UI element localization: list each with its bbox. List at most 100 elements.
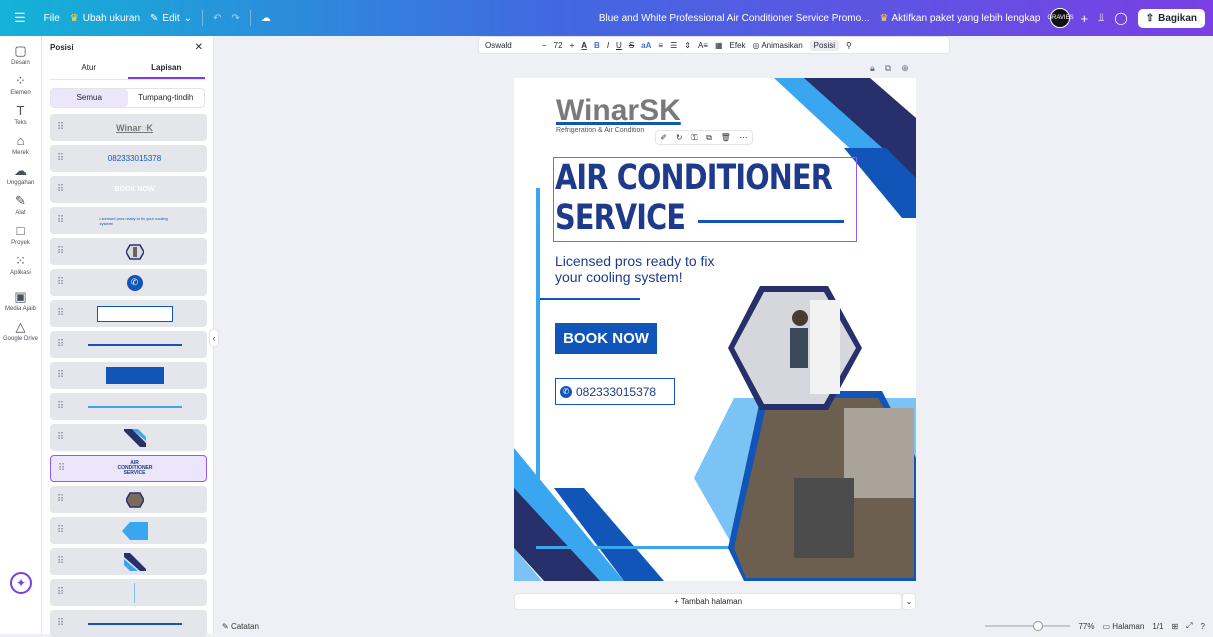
rail-item-teks[interactable]: T Teks: [0, 104, 41, 127]
rail-item-alat[interactable]: ✎ Alat: [0, 194, 41, 217]
comment-icon[interactable]: ◯: [1114, 11, 1127, 25]
hamburger-icon[interactable]: ☰: [14, 10, 26, 26]
subtitle-line-1[interactable]: Licensed pros ready to fix: [555, 253, 715, 269]
underline-icon[interactable]: U: [616, 41, 622, 50]
layer-item[interactable]: ⠿ Licensed pros ready to fix your cooling…: [50, 207, 207, 234]
help-icon[interactable]: ?: [1201, 622, 1205, 631]
uppercase-icon[interactable]: aA: [641, 41, 651, 50]
zoom-slider-knob[interactable]: [1033, 621, 1044, 631]
filter-semua[interactable]: Semua: [51, 89, 128, 107]
edit-menu[interactable]: ✎ Edit ⌄: [150, 13, 192, 24]
font-size-decrease[interactable]: −: [542, 41, 547, 50]
drag-handle-icon[interactable]: ⠿: [50, 153, 70, 164]
document-title[interactable]: Blue and White Professional Air Conditio…: [599, 13, 870, 24]
layer-item[interactable]: ⠿: [50, 238, 207, 265]
drag-handle-icon[interactable]: ⠿: [50, 370, 70, 381]
magic-assistant-button[interactable]: ✦: [10, 572, 32, 594]
file-menu[interactable]: File: [44, 13, 60, 24]
layer-item[interactable]: ⠿: [50, 610, 207, 637]
layer-item[interactable]: ⠿: [50, 548, 207, 575]
italic-icon[interactable]: I: [607, 41, 609, 50]
layer-item[interactable]: ⠿: [50, 362, 207, 389]
list-icon[interactable]: ☰: [670, 41, 677, 50]
upgrade-link[interactable]: ♛ Aktifkan paket yang lebih lengkap: [880, 13, 1041, 24]
analytics-icon[interactable]: ⫫: [1098, 12, 1104, 25]
layer-item[interactable]: ⠿: [50, 393, 207, 420]
layer-item[interactable]: ⠿ 082333015378: [50, 145, 207, 172]
layer-item[interactable]: ⠿: [50, 486, 207, 513]
add-page-icon[interactable]: ⊕: [901, 63, 909, 74]
delete-icon[interactable]: 🗑︎: [721, 133, 731, 142]
rail-item-google-drive[interactable]: △ Google Drive: [0, 320, 41, 343]
layer-item[interactable]: ⠿ ✆: [50, 269, 207, 296]
drag-handle-icon[interactable]: ⠿: [50, 184, 70, 195]
rail-item-aplikasi[interactable]: ⁙ Aplikasi: [0, 254, 41, 277]
font-size-increase[interactable]: +: [570, 41, 575, 50]
text-style-icon[interactable]: A≡: [698, 41, 708, 50]
fullscreen-icon[interactable]: ⤢: [1186, 621, 1192, 631]
effects-button[interactable]: Efek: [730, 41, 746, 50]
lock-icon[interactable]: ⚿: [691, 133, 697, 143]
strikethrough-icon[interactable]: S: [629, 41, 634, 50]
layer-item-selected[interactable]: ⠿ AIR CONDITIONER SERVICE: [50, 455, 207, 482]
rail-item-desain[interactable]: ▢ Desain: [0, 44, 41, 67]
logo-tagline[interactable]: Refrigeration & Air Condition: [556, 127, 644, 134]
position-button[interactable]: Posisi: [809, 39, 840, 51]
chevron-down-icon[interactable]: ⌄: [902, 593, 916, 610]
drag-handle-icon[interactable]: ⠿: [50, 618, 70, 629]
collapse-panel-button[interactable]: ‹: [209, 329, 219, 347]
spacing-icon[interactable]: ⇕: [684, 41, 691, 50]
logo-text[interactable]: WinarSK: [556, 94, 681, 128]
cloud-save-icon[interactable]: ☁: [261, 13, 271, 24]
text-color-icon[interactable]: A: [581, 41, 587, 50]
add-page-button[interactable]: + Tambah halaman: [514, 593, 902, 610]
redo-icon[interactable]: ↷: [231, 13, 239, 24]
drag-handle-icon[interactable]: ⠿: [50, 556, 70, 567]
drag-handle-icon[interactable]: ⠿: [50, 308, 70, 319]
drag-handle-icon[interactable]: ⠿: [50, 215, 70, 226]
layer-item[interactable]: ⠿: [50, 300, 207, 327]
drag-handle-icon[interactable]: ⠿: [50, 277, 70, 288]
align-icon[interactable]: ≡: [658, 41, 663, 50]
pages-button[interactable]: ▭ Halaman: [1103, 622, 1145, 631]
share-button[interactable]: ⇧ Bagikan: [1137, 8, 1205, 28]
font-family-select[interactable]: Oswald: [485, 41, 535, 50]
drag-handle-icon[interactable]: ⠿: [50, 432, 70, 443]
drag-handle-icon[interactable]: ⠿: [50, 339, 70, 350]
subtitle-line-2[interactable]: your cooling system!: [555, 269, 683, 285]
duplicate-page-icon[interactable]: ⧉: [885, 63, 891, 74]
phone-box[interactable]: ✆ 082333015378: [555, 378, 675, 405]
drag-handle-icon[interactable]: ⠿: [50, 525, 70, 536]
avatar[interactable]: GRAVIES: [1047, 8, 1074, 28]
tab-atur[interactable]: Atur: [50, 58, 128, 79]
drag-handle-icon[interactable]: ⠿: [50, 494, 70, 505]
animate-button[interactable]: ◎ Animasikan: [753, 41, 803, 50]
bold-icon[interactable]: B: [594, 41, 600, 50]
zoom-level[interactable]: 77%: [1078, 622, 1094, 631]
more-icon[interactable]: ⋯: [740, 133, 748, 142]
rail-item-merek[interactable]: ⌂ Merek: [0, 134, 41, 157]
layer-item[interactable]: ⠿: [50, 517, 207, 544]
transparency-icon[interactable]: ▦: [715, 41, 723, 50]
drag-handle-icon[interactable]: ⠿: [50, 246, 70, 257]
rail-item-proyek[interactable]: □ Proyek: [0, 224, 41, 247]
lock-icon[interactable]: 🔒︎: [870, 63, 875, 74]
layer-item[interactable]: ⠿ BOOK NOW: [50, 176, 207, 203]
rail-item-media-ajaib[interactable]: ▣ Media Ajaib: [0, 290, 41, 313]
paint-format-icon[interactable]: ⚲: [846, 41, 852, 50]
layer-item[interactable]: ⠿: [50, 331, 207, 358]
undo-icon[interactable]: ↶: [213, 13, 221, 24]
rail-item-elemen[interactable]: ⁘ Elemen: [0, 74, 41, 97]
rotate-icon[interactable]: ↻: [676, 133, 683, 142]
layer-item[interactable]: ⠿: [50, 579, 207, 606]
book-now-button[interactable]: BOOK NOW: [555, 323, 657, 354]
rail-item-unggahan[interactable]: ☁ Unggahan: [0, 164, 41, 187]
filter-tumpang-tindih[interactable]: Tumpang-tindih: [128, 89, 205, 107]
layer-item[interactable]: ⠿ Winar◌K: [50, 114, 207, 141]
drag-handle-icon[interactable]: ⠿: [50, 401, 70, 412]
drag-handle-icon[interactable]: ⠿: [51, 463, 71, 474]
duplicate-icon[interactable]: ⧉: [706, 133, 712, 143]
resize-button[interactable]: ♛ Ubah ukuran: [70, 13, 140, 24]
tab-lapisan[interactable]: Lapisan: [127, 58, 205, 79]
notes-button[interactable]: ✎ Catatan: [222, 622, 259, 631]
